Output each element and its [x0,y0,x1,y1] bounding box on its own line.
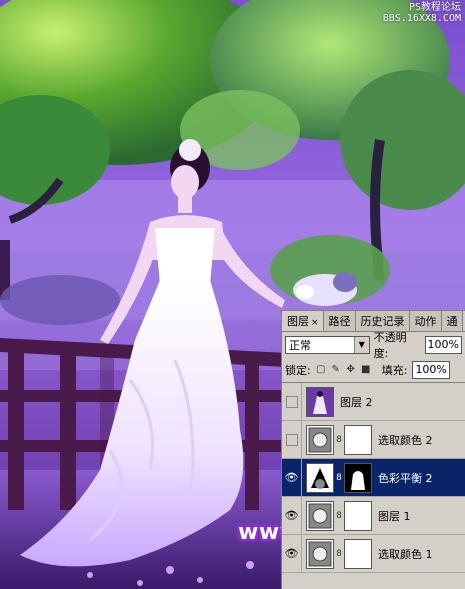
adjustment-thumbnail [306,538,334,569]
link-icon: 8 [336,434,342,445]
visibility-toggle[interactable] [282,382,302,421]
layer-name: 选取颜色 1 [378,547,433,561]
visibility-toggle[interactable]: 👁 [282,496,302,535]
adjustment-thumbnail [306,424,334,455]
blend-mode-select[interactable]: 正常 ▼ [285,336,370,354]
lock-move-icon[interactable]: ✥ [346,364,356,376]
visibility-toggle[interactable]: 👁 [282,534,302,573]
tab-paths[interactable]: 路径 [323,311,356,331]
watermark-line1: PS教程论坛 [408,2,461,13]
layers-panel: 图层 × 路径 历史记录 动作 通 正常 ▼ 不透明度: 100% 锁定: ▢ ✎… [281,310,465,589]
layer-thumbnail [306,386,334,417]
eye-icon: 👁 [284,547,299,560]
layer-mask[interactable] [344,538,372,569]
layer-mask[interactable] [344,500,372,531]
selective-color-icon [308,427,332,452]
layer-row[interactable]: 👁 8 图层 1 [282,496,465,535]
eye-icon: 👁 [284,471,299,484]
link-icon: 8 [336,548,342,559]
empty-visibility-box [285,433,298,446]
layer-row-selected[interactable]: 👁 8 色彩平衡 2 [282,458,465,497]
blend-mode-value: 正常 [289,339,311,352]
close-icon[interactable]: × [311,318,319,328]
watermark-line2: BBS.16XX8.COM [382,13,461,24]
blend-row: 正常 ▼ 不透明度: 100% [282,331,465,360]
opacity-field[interactable]: 100% [424,336,462,354]
chevron-down-icon[interactable]: ▼ [353,337,369,353]
fill-field[interactable]: 100% [412,361,450,379]
fill-label: 填充: [381,364,408,377]
empty-visibility-box [285,395,298,408]
adjustment-thumbnail [306,462,334,493]
layer-name: 选取颜色 2 [378,433,433,447]
layer-mask[interactable] [344,462,372,493]
lock-row: 锁定: ▢ ✎ ✥ ■ 填充: 100% [282,358,465,383]
mask-shape-icon [351,470,365,490]
adjustment-icon [308,503,332,528]
tab-actions[interactable]: 动作 [409,311,442,331]
tab-layers-label: 图层 [287,315,309,328]
layer-name: 图层 1 [378,509,411,523]
adjustment-thumbnail [306,500,334,531]
color-balance-icon [307,463,333,492]
lock-brush-icon[interactable]: ✎ [331,364,341,376]
tab-channels[interactable]: 通 [441,311,463,331]
lock-all-icon[interactable]: ■ [361,364,371,376]
visibility-toggle[interactable] [282,420,302,459]
layer-name: 色彩平衡 2 [378,471,433,485]
layer-row[interactable]: 8 选取颜色 2 [282,420,465,459]
link-icon: 8 [336,472,342,483]
layer-row[interactable]: 👁 8 选取颜色 1 [282,534,465,573]
tab-history[interactable]: 历史记录 [355,311,410,331]
opacity-label: 不透明度: [373,331,407,360]
selective-color-icon [308,541,332,566]
eye-icon: 👁 [284,509,299,522]
layer-list: 图层 2 8 选取颜色 2 👁 8 色彩平衡 2 👁 8 图层 1 👁 8 选取… [282,382,465,573]
lock-transparent-icon[interactable]: ▢ [316,364,326,376]
lock-label: 锁定: [285,364,311,377]
link-icon: 8 [336,510,342,521]
watermark: PS教程论坛 BBS.16XX8.COM [383,2,461,24]
layer-name: 图层 2 [340,395,373,409]
visibility-toggle[interactable]: 👁 [282,458,302,497]
layer-row[interactable]: 图层 2 [282,382,465,421]
tab-layers[interactable]: 图层 × [282,311,324,331]
layer-mask[interactable] [344,424,372,455]
photo-thumbnail-icon [307,387,333,416]
